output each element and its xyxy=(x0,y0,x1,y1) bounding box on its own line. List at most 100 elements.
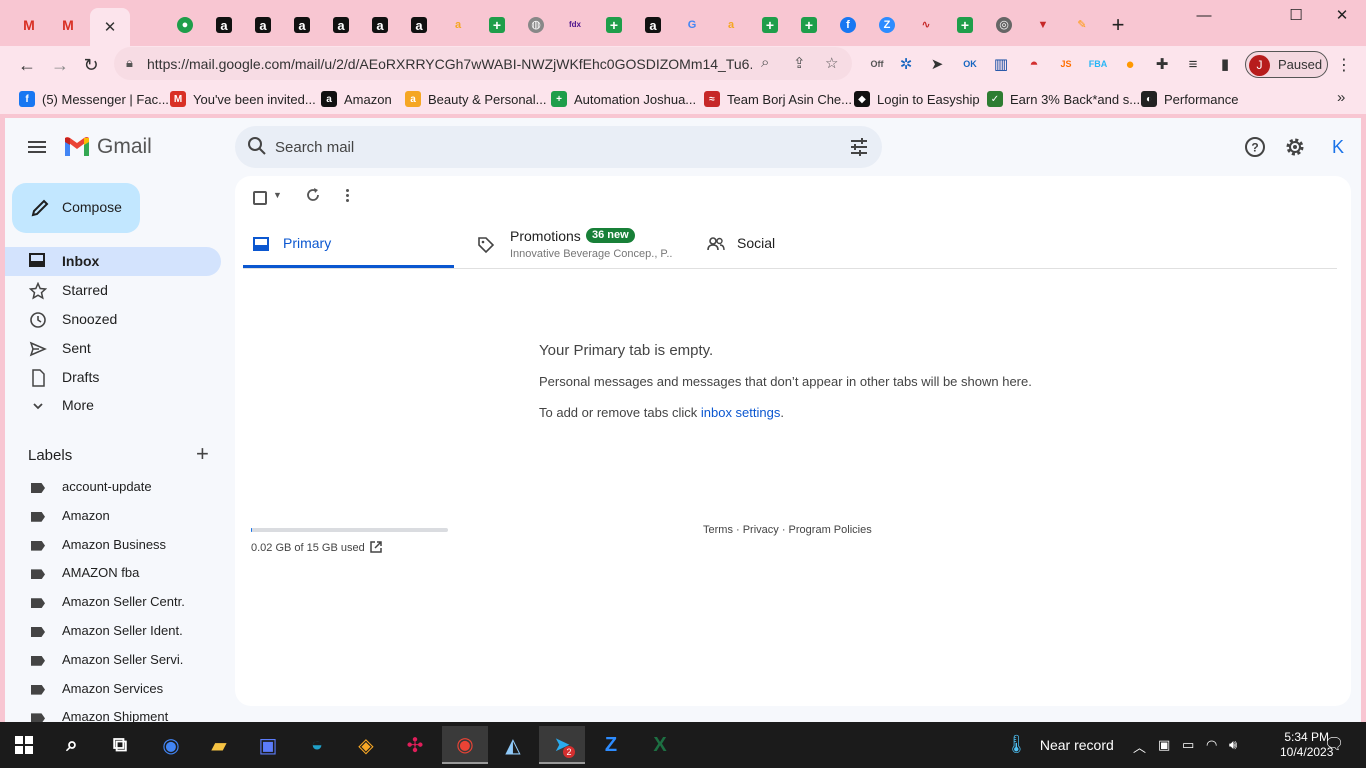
excel-icon[interactable]: X xyxy=(645,730,675,760)
minimize-button[interactable]: — xyxy=(1189,6,1219,26)
show-hidden-icons-icon[interactable]: ︿ xyxy=(1133,737,1146,756)
compose-button[interactable]: Compose xyxy=(12,183,140,233)
browser-tab[interactable]: ◎ xyxy=(988,10,1020,40)
label-item[interactable]: Amazon Seller Servi. xyxy=(5,646,221,675)
bookmark-item[interactable]: a Beauty & Personal... xyxy=(405,90,547,108)
browser-tab[interactable]: + xyxy=(481,10,513,40)
extension-orange-icon[interactable]: ● xyxy=(1121,55,1139,73)
tab-promotions[interactable]: Promotions 36 new Innovative Beverage Co… xyxy=(473,222,673,268)
extension-arrow-icon[interactable]: ➤ xyxy=(928,55,946,73)
label-item[interactable]: Amazon Shipment xyxy=(5,703,221,722)
start-button[interactable] xyxy=(9,730,39,760)
browser-tab[interactable]: a xyxy=(247,10,279,40)
browser-tab[interactable]: ✎ xyxy=(1066,10,1098,40)
extension-steering-icon[interactable]: ✲ xyxy=(897,55,915,73)
browser-tab[interactable]: fdx xyxy=(559,10,591,40)
bookmark-item[interactable]: + Automation Joshua... xyxy=(551,90,696,108)
refresh-icon[interactable] xyxy=(305,187,321,203)
bookmark-item[interactable]: ≈ Team Borj Asin Che... xyxy=(704,90,852,108)
search-taskbar-icon[interactable]: ⌕ xyxy=(57,730,87,760)
bookmark-item[interactable]: M You've been invited... xyxy=(170,90,316,108)
inbox-settings-link[interactable]: inbox settings xyxy=(701,405,781,420)
battery-icon[interactable]: ▭ xyxy=(1182,737,1194,753)
extensions-puzzle-icon[interactable]: ✚ xyxy=(1153,55,1171,73)
browser-tab[interactable]: a xyxy=(442,10,474,40)
browser-tab[interactable]: M xyxy=(13,10,45,40)
task-view-icon[interactable]: ⧉ xyxy=(105,730,135,760)
media-controls-icon[interactable]: ≡ xyxy=(1184,55,1202,73)
reload-icon[interactable]: ↻ xyxy=(81,55,101,75)
label-item[interactable]: Amazon Business xyxy=(5,531,221,560)
weather-widget[interactable]: 🌡︎ Near record xyxy=(1005,734,1114,755)
more-actions-icon[interactable] xyxy=(346,189,350,204)
browser-tab[interactable]: Z xyxy=(871,10,903,40)
volume-icon[interactable]: 🔊︎ xyxy=(1229,737,1237,753)
browser-tab[interactable]: f xyxy=(832,10,864,40)
label-item[interactable]: AMAZON fba xyxy=(5,559,221,588)
browser-tab[interactable]: ◍ xyxy=(520,10,552,40)
gmail-logo[interactable]: Gmail xyxy=(63,135,152,159)
vpn-icon[interactable]: ◈ xyxy=(351,730,381,760)
footer-links[interactable]: Terms · Privacy · Program Policies xyxy=(703,524,872,536)
browser-tab[interactable]: ▼ xyxy=(1027,10,1059,40)
close-window-button[interactable]: ✕ xyxy=(1327,6,1357,26)
edge-icon[interactable]: ◒ xyxy=(302,730,332,760)
browser-tab[interactable]: + xyxy=(754,10,786,40)
browser-tab[interactable]: ∿ xyxy=(910,10,942,40)
search-icon[interactable] xyxy=(247,136,267,156)
browser-tab[interactable]: + xyxy=(793,10,825,40)
browser-tab[interactable]: a xyxy=(208,10,240,40)
extension-pokeball-icon[interactable]: ◓ xyxy=(1025,55,1043,73)
help-icon[interactable]: ? xyxy=(1244,136,1266,158)
zoom-search-icon[interactable]: ⌕ xyxy=(761,54,769,71)
slack-icon[interactable]: ✣ xyxy=(400,730,430,760)
bookmark-item[interactable]: a Amazon xyxy=(321,90,392,108)
main-menu-icon[interactable] xyxy=(28,138,48,156)
extension-chart-icon[interactable]: ▥ xyxy=(992,55,1010,73)
tab-primary[interactable]: Primary xyxy=(243,222,454,268)
notifications-icon[interactable]: 🗨︎ xyxy=(1324,734,1344,754)
search-bar[interactable] xyxy=(235,126,882,168)
active-tab[interactable]: ✕ xyxy=(90,8,130,46)
tab-social[interactable]: Social xyxy=(703,222,853,268)
bookmark-item[interactable]: ✓ Earn 3% Back*and s... xyxy=(987,90,1140,108)
bookmark-item[interactable]: ◆ Login to Easyship xyxy=(854,90,980,108)
sidebar-item-drafts[interactable]: Drafts xyxy=(5,363,221,392)
browser-tab[interactable]: a xyxy=(715,10,747,40)
bookmarks-overflow-icon[interactable]: » xyxy=(1337,89,1345,106)
zoom-taskbar-icon[interactable]: Z xyxy=(596,730,626,760)
select-all-checkbox[interactable] xyxy=(253,191,267,205)
share-icon[interactable]: ⇪ xyxy=(793,54,806,72)
browser-tab[interactable]: M xyxy=(52,10,84,40)
sidebar-item-starred[interactable]: Starred xyxy=(5,276,221,305)
extension-ok-icon[interactable]: OK xyxy=(961,55,979,73)
settings-gear-icon[interactable] xyxy=(1284,136,1306,158)
chrome-taskbar-icon[interactable]: ◉ xyxy=(156,730,186,760)
close-tab-icon[interactable]: ✕ xyxy=(104,18,117,36)
extension-off-icon[interactable]: Off xyxy=(868,55,886,73)
sidebar-item-more[interactable]: More xyxy=(5,391,221,420)
meet-now-icon[interactable]: ▣ xyxy=(1158,737,1170,753)
browser-tab[interactable]: a xyxy=(325,10,357,40)
browser-tab[interactable]: a xyxy=(403,10,435,40)
side-panel-icon[interactable]: ▮ xyxy=(1216,55,1234,73)
sidebar-item-snoozed[interactable]: Snoozed xyxy=(5,305,221,334)
sidebar-item-inbox[interactable]: Inbox xyxy=(5,247,221,276)
label-item[interactable]: Amazon Seller Centr. xyxy=(5,588,221,617)
profile-button[interactable]: J Paused xyxy=(1245,51,1328,78)
open-external-icon[interactable] xyxy=(369,540,383,554)
telegram-icon[interactable]: ➤ 2 xyxy=(539,726,585,764)
file-explorer-icon[interactable]: ▰ xyxy=(204,730,234,760)
browser-tab[interactable]: + xyxy=(949,10,981,40)
extension-js-icon[interactable]: JS xyxy=(1057,55,1075,73)
chrome-profile-taskbar-icon[interactable]: ◉ xyxy=(442,726,488,764)
bookmark-star-icon[interactable]: ☆ xyxy=(825,54,838,72)
bookmark-item[interactable]: f (5) Messenger | Fac... xyxy=(19,90,169,108)
account-avatar[interactable]: K xyxy=(1324,133,1352,161)
browser-tab[interactable]: G xyxy=(676,10,708,40)
search-options-icon[interactable] xyxy=(850,138,868,156)
browser-tab[interactable]: a xyxy=(364,10,396,40)
label-item[interactable]: Amazon Services xyxy=(5,675,221,704)
label-item[interactable]: account-update xyxy=(5,473,221,502)
forward-arrow-icon[interactable]: → xyxy=(50,55,70,75)
